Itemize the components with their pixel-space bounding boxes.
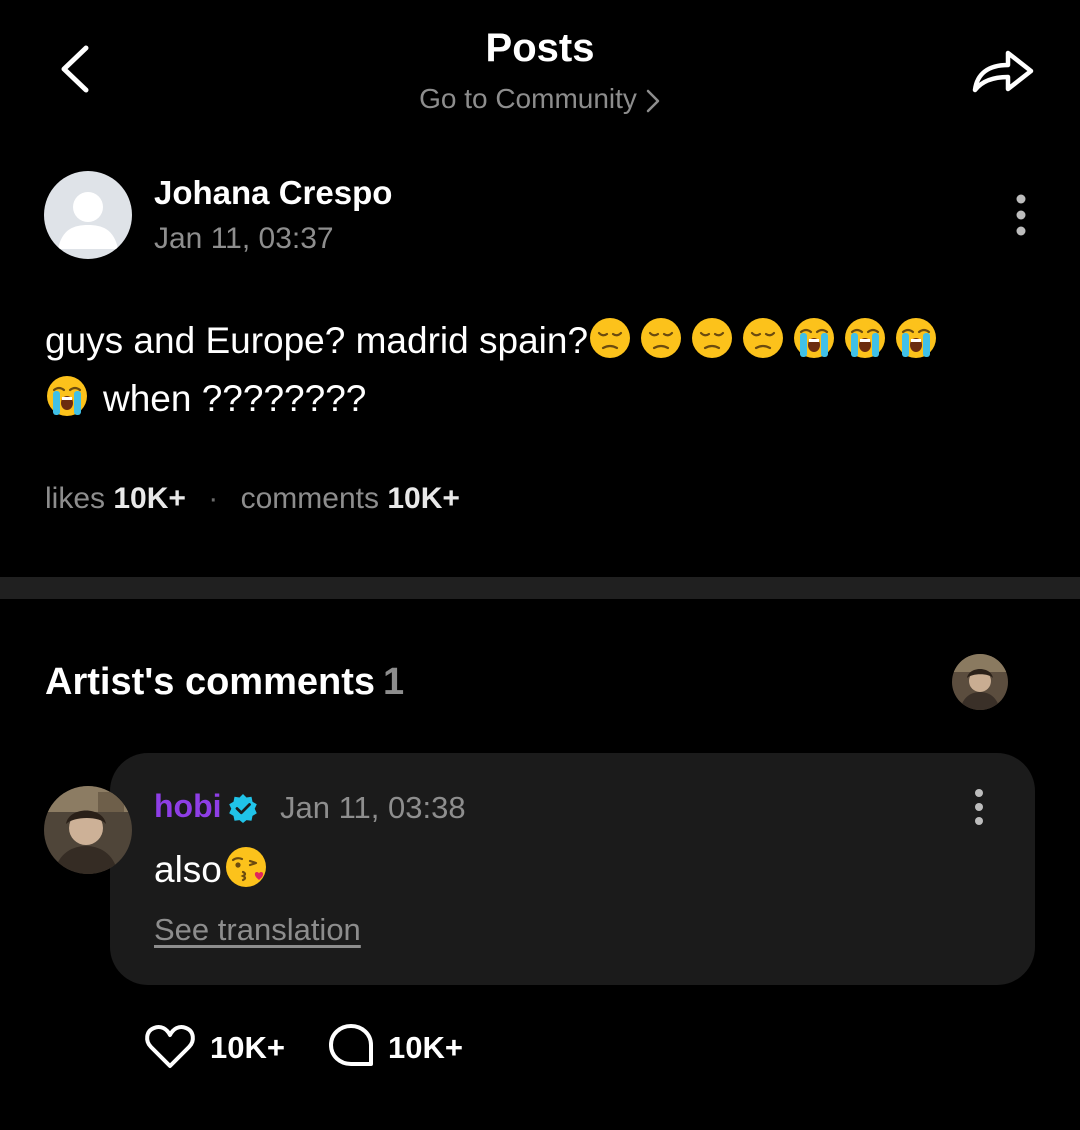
- heart-icon[interactable]: [143, 1021, 197, 1071]
- comments-count: 10K+: [387, 482, 460, 515]
- reply-bubble-icon[interactable]: [326, 1021, 376, 1071]
- more-options-icon[interactable]: [1004, 194, 1038, 240]
- see-translation-link[interactable]: See translation: [154, 912, 361, 948]
- comment-like-count: 10K+: [210, 1030, 285, 1065]
- pensive-face-icon: [590, 318, 631, 358]
- artist-photo-icon: [44, 786, 132, 874]
- artist-photo-icon: [952, 654, 1008, 710]
- section-divider: [0, 577, 1080, 599]
- community-link-label: Go to Community: [419, 83, 637, 114]
- chevron-right-icon: [646, 89, 660, 112]
- likes-label: likes: [45, 482, 106, 515]
- artist-filter-avatar[interactable]: [952, 654, 1008, 710]
- post-text-line2: when ????????: [103, 378, 367, 419]
- comment-text: also: [154, 845, 275, 891]
- pensive-face-icon: [641, 318, 682, 358]
- loudly-crying-face-icon: [794, 318, 835, 358]
- commenter-avatar[interactable]: [44, 786, 132, 874]
- comment-reply-count: 10K+: [388, 1030, 463, 1065]
- more-options-icon[interactable]: [962, 788, 996, 830]
- share-arrow-icon[interactable]: [968, 40, 1038, 100]
- artist-comments-label: Artist's comments: [45, 661, 376, 703]
- comment-text-content: also: [154, 849, 222, 890]
- go-to-community-link[interactable]: Go to Community: [0, 83, 1080, 115]
- loudly-crying-face-icon: [896, 318, 937, 358]
- likes-count: 10K+: [113, 482, 186, 515]
- stats-separator: ·: [208, 482, 219, 515]
- comment-date: Jan 11, 03:38: [280, 790, 466, 825]
- comments-label: comments: [240, 482, 379, 515]
- pensive-face-icon: [692, 318, 733, 358]
- author-name[interactable]: Johana Crespo: [154, 174, 392, 212]
- header-bar: Posts Go to Community: [0, 0, 1080, 140]
- artist-comments-title: Artist's comments 1: [45, 661, 404, 704]
- artist-comments-count: 1: [383, 661, 405, 703]
- post-stats: likes 10K+ · comments 10K+: [45, 482, 460, 516]
- author-avatar[interactable]: [44, 171, 132, 259]
- loudly-crying-face-icon: [47, 376, 87, 416]
- post-text-line1: guys and Europe? madrid spain?: [45, 320, 589, 361]
- post-body: guys and Europe? madrid spain? when ????…: [45, 312, 1035, 428]
- pensive-face-icon: [743, 318, 784, 358]
- post-date: Jan 11, 03:37: [154, 222, 334, 255]
- post-emojis-line1: [588, 318, 945, 361]
- page-title: Posts: [485, 26, 595, 70]
- verified-badge-icon: [229, 794, 257, 823]
- default-avatar-icon: [58, 192, 118, 249]
- loudly-crying-face-icon: [845, 318, 886, 358]
- comment-author-name[interactable]: hobi: [154, 788, 222, 825]
- post-emojis-line2: [45, 376, 103, 419]
- face-blowing-a-kiss-icon: [225, 847, 266, 887]
